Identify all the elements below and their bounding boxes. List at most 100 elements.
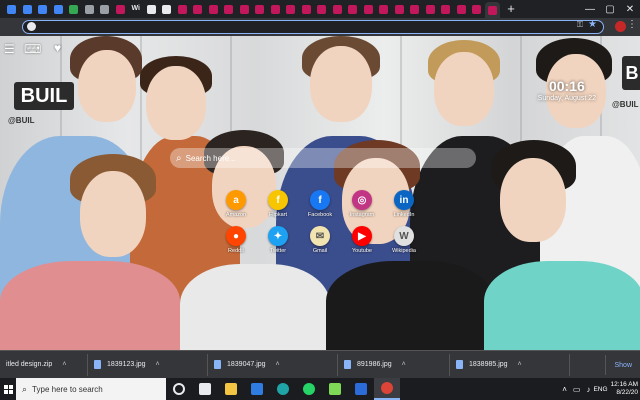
browser-tab[interactable] <box>113 2 129 16</box>
shortcut-instagram[interactable]: ◎ Instagram <box>340 190 384 218</box>
download-item[interactable]: 1839123.jpg ˄ <box>88 353 208 376</box>
browser-tab[interactable] <box>484 2 500 18</box>
taskbar-app-chrome[interactable] <box>374 378 400 400</box>
taskbar-app-cortana[interactable] <box>166 378 192 400</box>
taskbar-search[interactable]: ⌕ Type here to search <box>16 378 166 400</box>
browser-tab[interactable] <box>392 2 408 16</box>
new-tab-button[interactable]: + <box>502 2 520 16</box>
browser-tab[interactable] <box>144 2 160 16</box>
browser-tab[interactable] <box>423 2 439 16</box>
browser-tab[interactable] <box>51 2 67 16</box>
tab-favicon-icon: Wi <box>131 4 141 12</box>
search-input[interactable] <box>185 153 446 163</box>
tab-favicon-icon <box>224 4 234 14</box>
language-indicator[interactable]: ENG <box>593 386 607 393</box>
taskbar-app-file-explorer[interactable] <box>218 378 244 400</box>
chevron-up-icon[interactable]: ˄ <box>562 385 567 394</box>
gamepad-icon[interactable]: ⌨ <box>24 42 41 56</box>
tab-favicon-icon <box>255 4 265 14</box>
browser-tab[interactable] <box>190 2 206 16</box>
shortcut-twitter[interactable]: ✦ Twitter <box>256 226 300 254</box>
chevron-up-icon[interactable]: ˄ <box>402 361 406 368</box>
taskbar-app-photos[interactable] <box>348 378 374 400</box>
browser-tab[interactable] <box>20 2 36 16</box>
browser-tab[interactable] <box>268 2 284 16</box>
shortcut-flipkart[interactable]: f Flipkart <box>256 190 300 218</box>
browser-tab[interactable] <box>299 2 315 16</box>
browser-tab[interactable] <box>438 2 454 16</box>
browser-tab[interactable] <box>66 2 82 16</box>
browser-tab[interactable] <box>361 2 377 16</box>
browser-tab[interactable] <box>283 2 299 16</box>
volume-icon[interactable]: ♪ <box>586 385 590 394</box>
address-bar[interactable]: ⚿ ★ <box>22 19 604 34</box>
browser-tab[interactable] <box>237 2 253 16</box>
maximize-button[interactable]: ▢ <box>600 0 620 18</box>
photos-icon <box>355 383 367 395</box>
download-filename: 1838985.jpg <box>469 361 508 368</box>
browser-tab[interactable] <box>35 2 51 16</box>
shortcut-amazon[interactable]: a Amazon <box>214 190 258 218</box>
file-icon <box>94 360 101 369</box>
browser-tab[interactable] <box>454 2 470 16</box>
bookmark-star-icon[interactable]: ★ <box>588 19 597 30</box>
taskbar-app-task-view[interactable] <box>192 378 218 400</box>
taskbar-app-notepad[interactable] <box>322 378 348 400</box>
minimize-button[interactable]: — <box>580 0 600 18</box>
taskbar-app-mail[interactable] <box>244 378 270 400</box>
close-button[interactable]: ✕ <box>620 0 640 18</box>
show-all-button[interactable]: Show <box>605 355 640 375</box>
tab-favicon-icon <box>286 4 296 14</box>
download-item[interactable]: itled design.zip ˄ <box>0 353 88 376</box>
start-button[interactable] <box>0 378 16 400</box>
file-icon <box>344 360 351 369</box>
browser-tab[interactable] <box>175 2 191 16</box>
shortcut-reddit[interactable]: ● Reddit <box>214 226 258 254</box>
browser-tab[interactable] <box>159 2 175 16</box>
search-bar[interactable]: ⌕ <box>170 148 476 168</box>
chevron-up-icon[interactable]: ˄ <box>156 361 160 368</box>
screen: Wi + — ▢ ✕ ⚿ ★ ⋮ BUIL @BUIL B @BUIL ☰ ⌨ … <box>0 0 640 400</box>
browser-tab[interactable] <box>376 2 392 16</box>
shortcut-linkedin[interactable]: in LinkedIn <box>382 190 426 218</box>
browser-tab[interactable] <box>469 2 485 16</box>
download-item[interactable]: 891986.jpg ˄ <box>338 353 450 376</box>
shortcut-label: Gmail <box>312 248 328 254</box>
menu-icon[interactable]: ⋮ <box>627 19 637 30</box>
download-filename: 891986.jpg <box>357 361 392 368</box>
taskbar-clock[interactable]: 12:16 AM 8/22/20 <box>611 381 638 397</box>
browser-tab[interactable] <box>314 2 330 16</box>
browser-tab[interactable] <box>345 2 361 16</box>
tab-strip: Wi + — ▢ ✕ <box>0 0 640 18</box>
shortcut-label: LinkedIn <box>393 212 415 218</box>
shortcut-youtube[interactable]: ▶ Youtube <box>340 226 384 254</box>
taskbar-app-edge[interactable] <box>270 378 296 400</box>
browser-tab[interactable] <box>206 2 222 16</box>
browser-tab[interactable] <box>4 2 20 16</box>
chevron-up-icon[interactable]: ˄ <box>62 361 66 368</box>
browser-tab[interactable]: Wi <box>128 2 144 16</box>
tab-favicon-icon <box>301 4 311 14</box>
browser-tab[interactable] <box>221 2 237 16</box>
chevron-up-icon[interactable]: ˄ <box>276 361 280 368</box>
shortcut-facebook[interactable]: f Facebook <box>298 190 342 218</box>
shortcut-gmail[interactable]: ✉ Gmail <box>298 226 342 254</box>
browser-tab[interactable] <box>407 2 423 16</box>
shortcut-wikipedia[interactable]: W Wikipedia <box>382 226 426 254</box>
file-icon <box>456 360 463 369</box>
cortana-icon <box>173 383 185 395</box>
extension-icon[interactable] <box>615 21 626 32</box>
taskbar-app-whatsapp[interactable] <box>296 378 322 400</box>
network-icon[interactable]: ▭ <box>573 385 581 394</box>
download-item[interactable]: 1838985.jpg ˄ <box>450 353 570 376</box>
chrome-icon <box>381 382 393 394</box>
chevron-up-icon[interactable]: ˄ <box>518 361 522 368</box>
browser-tab[interactable] <box>97 2 113 16</box>
heart-icon[interactable]: ♥ <box>54 41 61 55</box>
browser-tab[interactable] <box>82 2 98 16</box>
browser-tab[interactable] <box>252 2 268 16</box>
download-item[interactable]: 1839047.jpg ˄ <box>208 353 338 376</box>
menu-lines-icon[interactable]: ☰ <box>4 42 15 56</box>
browser-tab[interactable] <box>330 2 346 16</box>
key-icon[interactable]: ⚿ <box>577 20 583 30</box>
